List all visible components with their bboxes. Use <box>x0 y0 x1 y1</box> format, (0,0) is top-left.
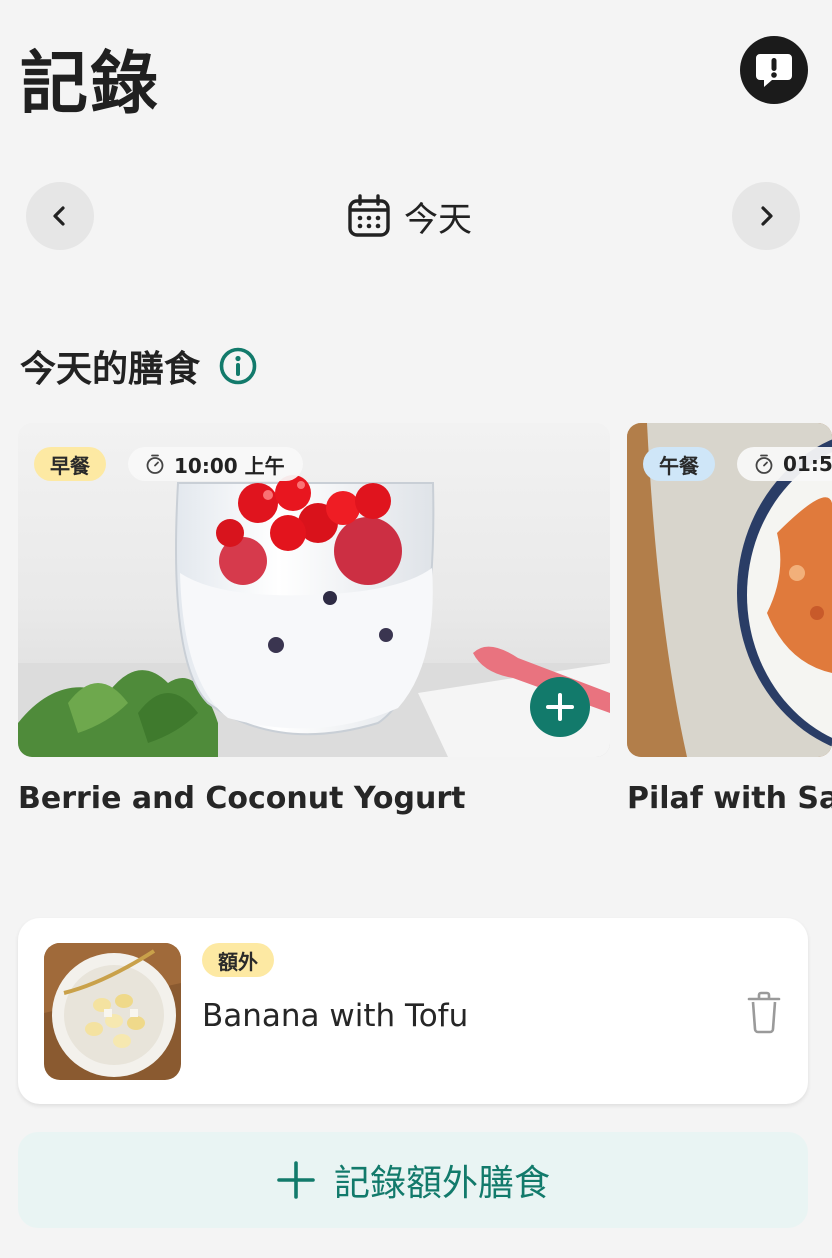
meal-time-badge: 01:5 <box>737 447 832 481</box>
stopwatch-icon <box>146 454 164 474</box>
extra-meal-name: Banana with Tofu <box>202 998 469 1034</box>
chevron-left-icon <box>53 206 65 226</box>
delete-button[interactable] <box>742 988 786 1036</box>
meal-name: Pilaf with Sal <box>627 781 832 816</box>
yogurt-photo <box>18 423 610 757</box>
banana-tofu-photo <box>44 943 181 1080</box>
feedback-exclamation-icon <box>756 54 792 87</box>
feedback-button[interactable] <box>740 36 808 104</box>
meal-card-breakfast[interactable]: 早餐 10:00 上午 Berrie and Coconut Yogurt <box>18 423 610 816</box>
meal-time-badge: 10:00 上午 <box>128 447 303 481</box>
extra-meal-image <box>44 943 181 1080</box>
next-day-button[interactable] <box>732 182 800 250</box>
plus-icon <box>277 1161 315 1199</box>
date-label: 今天 <box>404 199 472 240</box>
meal-image[interactable]: 午餐 01:5 <box>627 423 832 757</box>
chevron-right-icon <box>761 206 773 226</box>
meals-section-header: 今天的膳食 <box>20 340 258 392</box>
add-extra-meal-button[interactable]: 記錄額外膳食 <box>18 1132 808 1228</box>
plus-icon <box>546 693 574 721</box>
date-navigator: 今天 <box>0 182 832 250</box>
meal-card-lunch[interactable]: 午餐 01:5 Pilaf with Sal <box>627 423 832 816</box>
extra-badge: 額外 <box>202 943 274 977</box>
meal-image[interactable]: 早餐 10:00 上午 <box>18 423 610 757</box>
trash-icon <box>747 991 781 1034</box>
add-meal-button[interactable] <box>530 677 590 737</box>
date-selector[interactable]: 今天 <box>346 192 472 240</box>
previous-day-button[interactable] <box>26 182 94 250</box>
extra-meal-card[interactable]: 額外 Banana with Tofu <box>18 918 808 1104</box>
meal-type-badge: 早餐 <box>34 447 106 481</box>
header: 記錄 <box>0 0 832 150</box>
meal-type-badge: 午餐 <box>643 447 715 481</box>
meal-name: Berrie and Coconut Yogurt <box>18 781 466 816</box>
section-title: 今天的膳食 <box>20 349 201 390</box>
stopwatch-icon <box>755 454 773 474</box>
info-icon[interactable] <box>218 346 258 386</box>
meal-time: 01:5 <box>783 452 832 476</box>
meal-time: 10:00 上午 <box>174 453 285 478</box>
page-title: 記錄 <box>20 45 161 124</box>
add-extra-label: 記錄額外膳食 <box>333 1163 550 1204</box>
calendar-icon <box>348 194 390 237</box>
